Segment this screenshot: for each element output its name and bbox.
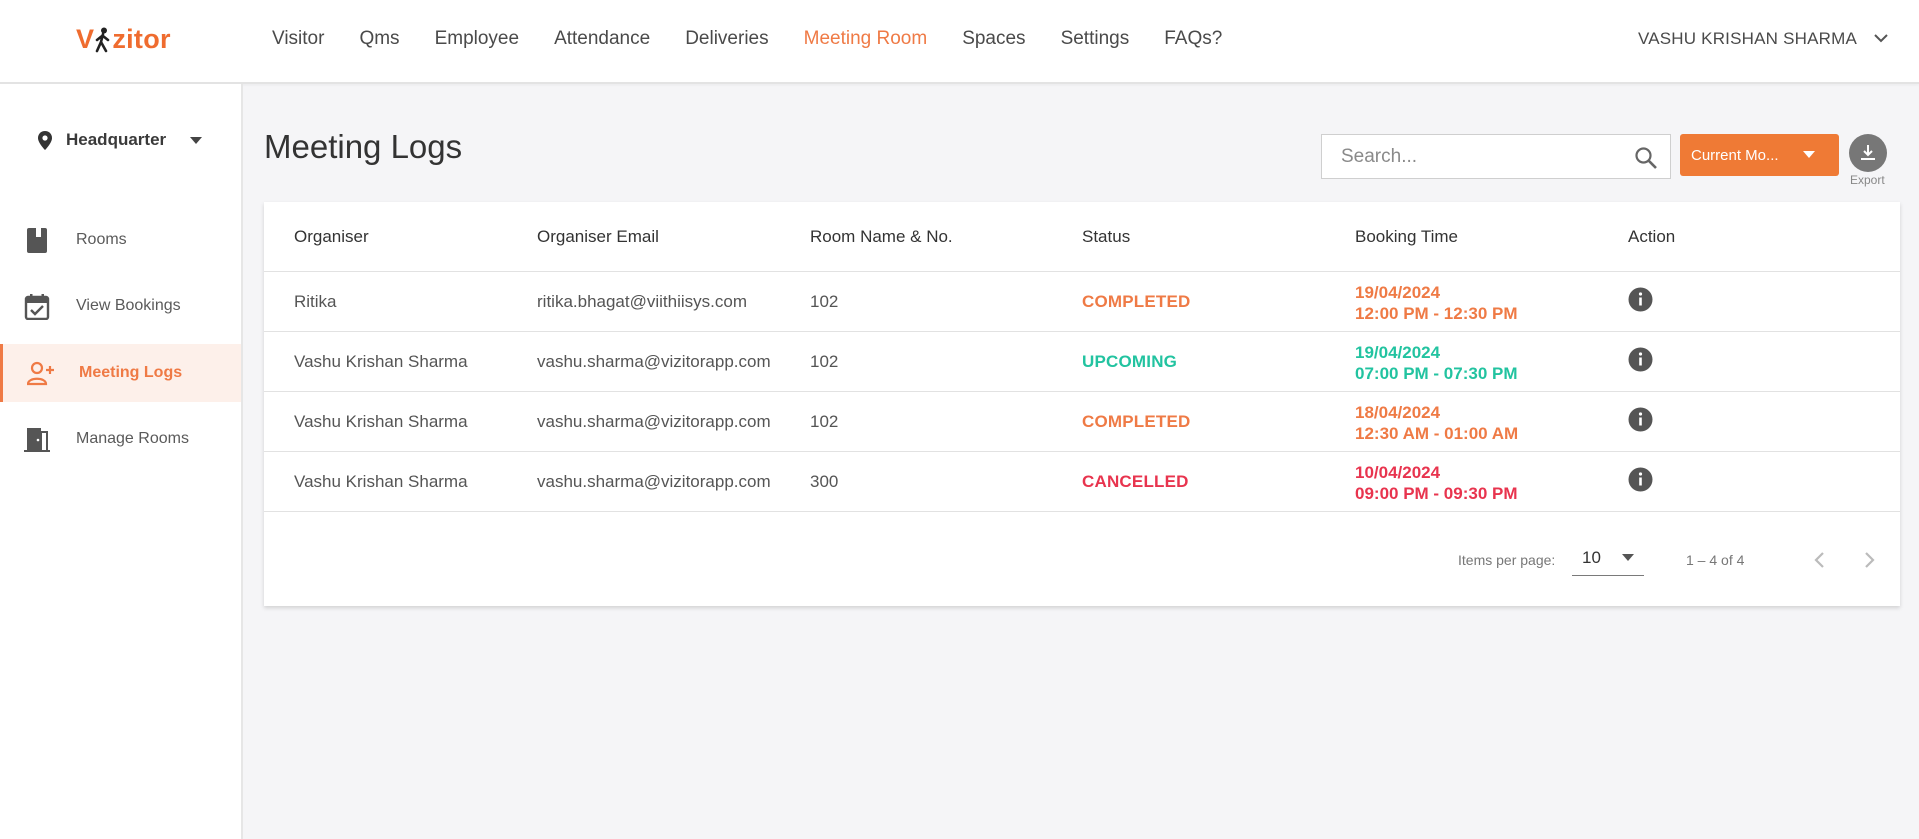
header-organiser[interactable]: Organiser — [294, 227, 369, 247]
table-row[interactable]: Ritika ritika.bhagat@viithiisys.com 102 … — [264, 272, 1900, 332]
room-cell: 102 — [810, 352, 839, 371]
sidebar-item-view-bookings[interactable]: View Bookings — [0, 277, 241, 335]
status-badge: UPCOMING — [1082, 352, 1178, 371]
organiser-cell: Ritika — [294, 292, 337, 311]
book-icon — [27, 228, 47, 253]
booking-date: 10/04/2024 — [1355, 463, 1441, 482]
table-header: Organiser Organiser Email Room Name & No… — [264, 202, 1900, 272]
download-icon — [1861, 145, 1875, 160]
location-pin-icon — [38, 130, 52, 150]
room-cell: 102 — [810, 292, 839, 311]
chevron-down-icon[interactable] — [1873, 30, 1889, 46]
caret-down-icon — [1803, 151, 1815, 158]
room-cell: 102 — [810, 412, 839, 431]
walking-person-icon — [96, 27, 110, 52]
email-cell: vashu.sharma@vizitorapp.com — [537, 352, 771, 371]
info-icon[interactable] — [1628, 467, 1653, 492]
email-cell: ritika.bhagat@viithiisys.com — [537, 292, 747, 311]
sidebar: Headquarter Rooms View Bookings Meeting … — [0, 84, 243, 839]
page-range-label: 1 – 4 of 4 — [1686, 552, 1745, 568]
organiser-cell: Vashu Krishan Sharma — [294, 412, 468, 431]
table-row[interactable]: Vashu Krishan Sharma vashu.sharma@vizito… — [264, 392, 1900, 452]
top-navbar: V zitor Visitor Qms Employee Attendance … — [0, 0, 1919, 84]
info-icon[interactable] — [1628, 287, 1653, 312]
door-icon — [24, 428, 50, 452]
user-add-icon — [27, 361, 54, 386]
booking-date: 19/04/2024 — [1355, 343, 1441, 362]
nav-attendance[interactable]: Attendance — [554, 28, 650, 50]
next-page-button[interactable] — [1855, 546, 1883, 574]
export-button[interactable] — [1849, 134, 1887, 172]
sidebar-item-label: Meeting Logs — [79, 364, 183, 381]
info-icon[interactable] — [1628, 407, 1653, 432]
sidebar-item-label: Rooms — [76, 231, 127, 248]
nav-deliveries[interactable]: Deliveries — [685, 28, 768, 50]
email-cell: vashu.sharma@vizitorapp.com — [537, 472, 771, 491]
booking-time-cell: 19/04/2024 12:00 PM - 12:30 PM — [1355, 282, 1518, 324]
sidebar-item-manage-rooms[interactable]: Manage Rooms — [0, 410, 241, 468]
nav-meeting-room[interactable]: Meeting Room — [804, 28, 928, 50]
page-title: Meeting Logs — [264, 128, 463, 165]
nav-faqs[interactable]: FAQs? — [1164, 28, 1222, 50]
booking-slot: 12:00 PM - 12:30 PM — [1355, 304, 1518, 323]
paginator: Items per page: 10 1 – 4 of 4 — [264, 516, 1900, 606]
nav-employee[interactable]: Employee — [435, 28, 520, 50]
main-nav: Visitor Qms Employee Attendance Deliveri… — [272, 28, 1257, 50]
previous-page-button[interactable] — [1806, 546, 1834, 574]
table-row[interactable]: Vashu Krishan Sharma vashu.sharma@vizito… — [264, 332, 1900, 392]
location-selector[interactable]: Headquarter — [38, 130, 203, 150]
period-label: Current Mo... — [1691, 146, 1779, 164]
booking-time-cell: 19/04/2024 07:00 PM - 07:30 PM — [1355, 342, 1518, 384]
nav-visitor[interactable]: Visitor — [272, 28, 324, 50]
organiser-cell: Vashu Krishan Sharma — [294, 352, 468, 371]
caret-down-icon — [190, 136, 203, 144]
status-badge: CANCELLED — [1082, 472, 1189, 491]
booking-slot: 12:30 AM - 01:00 AM — [1355, 424, 1519, 443]
calendar-check-icon — [24, 294, 50, 320]
items-per-page-label: Items per page: — [1458, 552, 1556, 568]
status-badge: COMPLETED — [1082, 412, 1191, 431]
header-organiser-email[interactable]: Organiser Email — [537, 227, 659, 247]
user-name[interactable]: VASHU KRISHAN SHARMA — [1638, 29, 1857, 49]
vizitor-logo[interactable]: V zitor — [76, 24, 171, 55]
sidebar-item-label: Manage Rooms — [76, 430, 189, 447]
header-booking-time[interactable]: Booking Time — [1355, 227, 1458, 247]
booking-date: 19/04/2024 — [1355, 283, 1441, 302]
nav-settings[interactable]: Settings — [1061, 28, 1130, 50]
sidebar-item-label: View Bookings — [76, 297, 181, 314]
sidebar-item-meeting-logs[interactable]: Meeting Logs — [0, 344, 241, 402]
table-row[interactable]: Vashu Krishan Sharma vashu.sharma@vizito… — [264, 452, 1900, 512]
search-icon[interactable] — [1634, 146, 1658, 170]
header-action: Action — [1628, 227, 1676, 246]
caret-down-icon — [1622, 554, 1634, 561]
search-box — [1321, 134, 1671, 179]
booking-slot: 09:00 PM - 09:30 PM — [1355, 484, 1518, 503]
booking-time-cell: 10/04/2024 09:00 PM - 09:30 PM — [1355, 462, 1518, 504]
export-label: Export — [1850, 173, 1885, 187]
location-label: Headquarter — [66, 130, 167, 149]
booking-slot: 07:00 PM - 07:30 PM — [1355, 364, 1518, 383]
meeting-logs-table: Organiser Organiser Email Room Name & No… — [264, 202, 1900, 606]
search-input[interactable] — [1322, 135, 1612, 178]
organiser-cell: Vashu Krishan Sharma — [294, 472, 468, 491]
items-per-page-value: 10 — [1582, 548, 1601, 567]
email-cell: vashu.sharma@vizitorapp.com — [537, 412, 771, 431]
period-select-button[interactable]: Current Mo... — [1680, 134, 1839, 176]
header-room[interactable]: Room Name & No. — [810, 227, 953, 247]
booking-date: 18/04/2024 — [1355, 403, 1441, 422]
booking-time-cell: 18/04/2024 12:30 AM - 01:00 AM — [1355, 402, 1518, 444]
items-per-page-select[interactable]: 10 — [1572, 542, 1644, 576]
sidebar-item-rooms[interactable]: Rooms — [0, 211, 241, 269]
nav-spaces[interactable]: Spaces — [962, 28, 1025, 50]
status-badge: COMPLETED — [1082, 292, 1191, 311]
info-icon[interactable] — [1628, 347, 1653, 372]
nav-qms[interactable]: Qms — [359, 28, 399, 50]
room-cell: 300 — [810, 472, 839, 491]
header-status[interactable]: Status — [1082, 227, 1130, 247]
